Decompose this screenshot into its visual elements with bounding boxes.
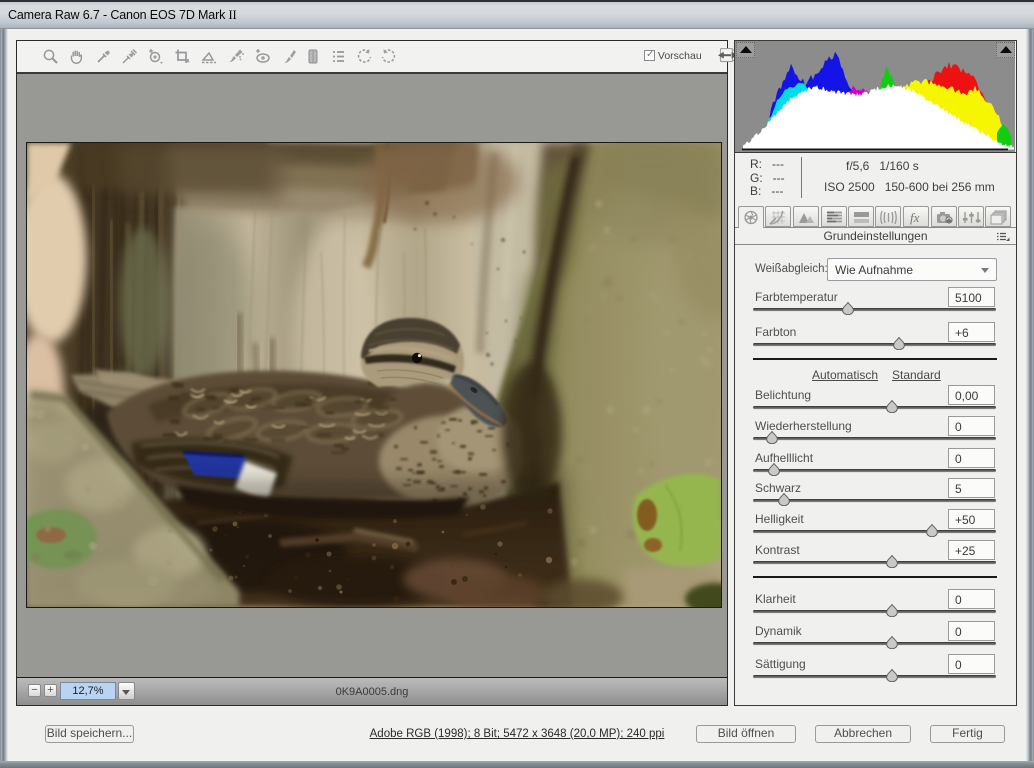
svg-text:fx: fx bbox=[910, 210, 920, 225]
